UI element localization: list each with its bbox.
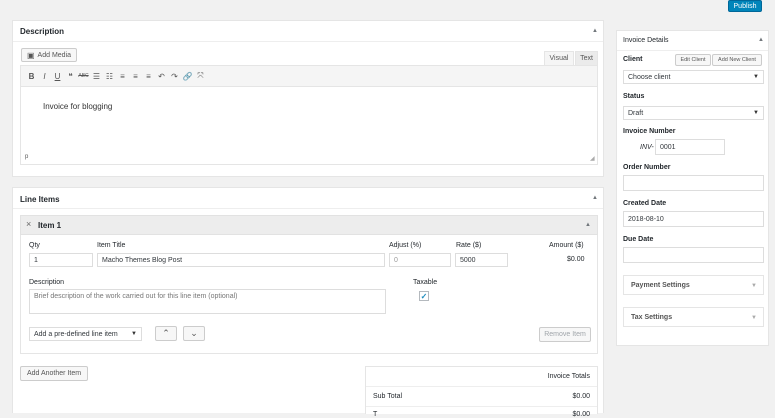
chevron-down-icon: ▼ [751,315,757,321]
line-description-input[interactable]: Brief description of the work carried ou… [29,289,386,314]
invoice-totals: Invoice Totals Sub Total $0.00 T $0.00 [365,366,598,418]
invoice-number-input[interactable]: 0001 [655,139,725,155]
fullscreen-icon[interactable]: ⤧ [194,71,207,81]
order-number-input[interactable] [623,175,764,191]
sub-total-label: Sub Total [373,393,403,400]
tab-text[interactable]: Text [575,51,598,65]
add-media-button[interactable]: ▣ Add Media [21,48,77,62]
line-items-toggle-icon[interactable]: ▲ [592,195,598,201]
move-up-button[interactable]: ⌃ [155,326,177,341]
status-label: Status [623,93,645,100]
redo-icon[interactable]: ↷ [168,72,181,81]
bullet-list-icon[interactable]: ☰ [90,72,103,81]
taxable-label: Taxable [413,279,438,286]
bold-icon[interactable]: B [25,72,38,81]
remove-item-icon[interactable]: × [26,219,31,229]
due-date-label: Due Date [623,236,654,243]
adjust-header: Adjust (%) [389,242,422,249]
numbered-list-icon[interactable]: ☷ [103,72,116,81]
qty-header: Qty [29,242,40,249]
payment-settings-panel[interactable]: Payment Settings ▼ [623,275,764,295]
invoice-number-label: Invoice Number [623,128,676,135]
divider [617,50,768,51]
editor: B I U ❝ ABC ☰ ☷ ≡ ≡ ≡ ↶ ↷ 🔗 ⤧ Invoice for blogging p … [20,65,598,165]
line-items-box: Line Items ▲ × Item 1 ▲ Qty Item Title A… [12,187,604,418]
adjust-input[interactable]: 0 [389,253,451,267]
item-title-header: Item Title [97,242,126,249]
next-total-label: T [373,411,378,418]
invoice-details-box: Invoice Details ▲ Client Edit Client Add… [616,30,769,346]
edit-client-button[interactable]: Edit Client [675,54,711,66]
amount-header: Amount ($) [549,242,584,249]
rate-input[interactable]: 5000 [455,253,508,267]
description-title: Description [20,27,65,36]
created-date-input[interactable]: 2018-08-10 [623,211,764,227]
editor-path: p [25,154,29,160]
client-select[interactable]: Choose client ▼ [623,70,764,84]
order-number-label: Order Number [623,164,671,171]
rate-header: Rate ($) [456,242,482,249]
resize-handle-icon[interactable]: ◢ [590,155,595,162]
next-total-value: $0.00 [572,411,590,418]
item-title-input[interactable]: Macho Themes Blog Post [97,253,385,267]
due-date-input[interactable] [623,247,764,263]
status-select[interactable]: Draft ▼ [623,106,764,120]
invoice-totals-title: Invoice Totals [547,373,590,380]
description-toggle-icon[interactable]: ▲ [592,28,598,34]
tax-settings-label: Tax Settings [631,314,673,321]
client-label: Client [623,56,643,63]
italic-icon[interactable]: I [38,72,51,81]
align-right-icon[interactable]: ≡ [142,72,155,81]
invoice-details-toggle-icon[interactable]: ▲ [758,37,764,43]
line-item-title: Item 1 [38,221,62,230]
undo-icon[interactable]: ↶ [155,72,168,81]
payment-settings-label: Payment Settings [631,282,690,289]
editor-toolbar: B I U ❝ ABC ☰ ☷ ≡ ≡ ≡ ↶ ↷ 🔗 ⤧ [21,66,597,87]
chevron-down-icon: ▼ [753,110,759,116]
publish-button[interactable]: Publish [728,0,762,12]
add-another-item-button[interactable]: Add Another Item [20,366,88,381]
line-item-header[interactable]: × Item 1 ▲ [20,215,598,235]
taxable-checkbox[interactable]: ✓ [419,291,429,301]
link-icon[interactable]: 🔗 [181,72,194,81]
underline-icon[interactable]: U [51,72,64,81]
tax-settings-panel[interactable]: Tax Settings ▼ [623,307,764,327]
line-item-toggle-icon[interactable]: ▲ [585,222,591,228]
line-items-title: Line Items [20,195,60,204]
line-item-body: Qty Item Title Adjust (%) Rate ($) Amoun… [20,235,598,354]
chevron-down-icon: ⌄ [190,328,198,338]
invoice-number-prefix: INV- [640,144,654,151]
chevron-down-icon: ▼ [131,331,137,337]
remove-item-button[interactable]: Remove Item [539,327,591,342]
divider [13,41,603,42]
description-box: Description ▲ ▣ Add Media Visual Text BI… [12,20,604,177]
divider [366,406,597,407]
align-center-icon[interactable]: ≡ [129,72,142,81]
sub-total-value: $0.00 [572,393,590,400]
amount-value: $0.00 [567,256,585,263]
align-left-icon[interactable]: ≡ [116,72,129,81]
blockquote-icon[interactable]: ❝ [64,72,77,81]
divider [13,208,603,209]
add-new-client-button[interactable]: Add New Client [712,54,762,66]
chevron-down-icon: ▼ [751,283,757,289]
predefined-item-select[interactable]: Add a pre-defined line item ▼ [29,327,142,341]
divider [366,386,597,387]
qty-input[interactable]: 1 [29,253,93,267]
description-label: Description [29,279,65,286]
invoice-details-title: Invoice Details [623,37,669,44]
media-icon: ▣ [26,50,35,60]
created-date-label: Created Date [623,200,667,207]
tab-visual[interactable]: Visual [544,51,574,65]
chevron-up-icon: ⌃ [162,328,170,338]
editor-content[interactable]: Invoice for blogging [43,102,112,111]
chevron-down-icon: ▼ [753,74,759,80]
move-down-button[interactable]: ⌄ [183,326,205,341]
strikethrough-icon[interactable]: ABC [77,73,90,79]
